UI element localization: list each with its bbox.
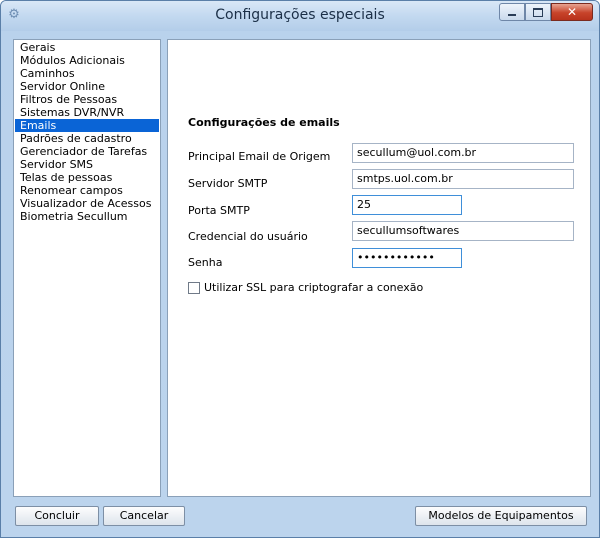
sidebar-item-gerenciador-de-tarefas[interactable]: Gerenciador de Tarefas: [15, 145, 159, 158]
settings-window: ⚙ Configurações especiais ✕ Gerais Módul…: [0, 0, 600, 538]
sidebar-item-servidor-online[interactable]: Servidor Online: [15, 80, 159, 93]
sidebar-item-filtros-de-pessoas[interactable]: Filtros de Pessoas: [15, 93, 159, 106]
sidebar-item-servidor-sms[interactable]: Servidor SMS: [15, 158, 159, 171]
sidebar-item-biometria-secullum[interactable]: Biometria Secullum: [15, 210, 159, 223]
cancel-button[interactable]: Cancelar: [103, 506, 185, 526]
minimize-icon: [508, 13, 516, 16]
sender-email-label: Principal Email de Origem: [188, 150, 331, 163]
sidebar-item-padroes-de-cadastro[interactable]: Padrões de cadastro: [15, 132, 159, 145]
finish-button[interactable]: Concluir: [15, 506, 99, 526]
sidebar-item-caminhos[interactable]: Caminhos: [15, 67, 159, 80]
smtp-server-input[interactable]: smtps.uol.com.br: [352, 169, 574, 189]
section-heading: Configurações de emails: [188, 116, 340, 129]
sidebar-item-telas-de-pessoas[interactable]: Telas de pessoas: [15, 171, 159, 184]
sidebar-item-gerais[interactable]: Gerais: [15, 41, 159, 54]
sidebar-item-modulos-adicionais[interactable]: Módulos Adicionais: [15, 54, 159, 67]
credential-label: Credencial do usuário: [188, 230, 308, 243]
title-bar[interactable]: ⚙ Configurações especiais ✕: [1, 1, 599, 31]
credential-input[interactable]: secullumsoftwares: [352, 221, 574, 241]
password-label: Senha: [188, 256, 223, 269]
maximize-icon: [533, 7, 543, 17]
smtp-port-input[interactable]: 25: [352, 195, 462, 215]
close-button[interactable]: ✕: [551, 3, 593, 21]
ssl-checkbox[interactable]: [188, 282, 200, 294]
smtp-server-label: Servidor SMTP: [188, 177, 268, 190]
minimize-button[interactable]: [499, 3, 525, 21]
smtp-port-label: Porta SMTP: [188, 204, 250, 217]
close-icon: ✕: [566, 5, 578, 19]
equipment-models-button[interactable]: Modelos de Equipamentos: [415, 506, 587, 526]
ssl-checkbox-label[interactable]: Utilizar SSL para criptografar a conexão: [204, 281, 423, 294]
email-settings-panel: Configurações de emails Principal Email …: [167, 39, 591, 497]
sidebar-item-sistemas-dvr-nvr[interactable]: Sistemas DVR/NVR: [15, 106, 159, 119]
settings-category-list[interactable]: Gerais Módulos Adicionais Caminhos Servi…: [13, 39, 161, 497]
sidebar-item-visualizador-de-acessos[interactable]: Visualizador de Acessos: [15, 197, 159, 210]
sidebar-item-emails[interactable]: Emails: [15, 119, 159, 132]
sidebar-item-renomear-campos[interactable]: Renomear campos: [15, 184, 159, 197]
maximize-button[interactable]: [525, 3, 551, 21]
sender-email-input[interactable]: secullum@uol.com.br: [352, 143, 574, 163]
window-controls: ✕: [499, 3, 593, 21]
password-input[interactable]: ••••••••••••: [352, 248, 462, 268]
